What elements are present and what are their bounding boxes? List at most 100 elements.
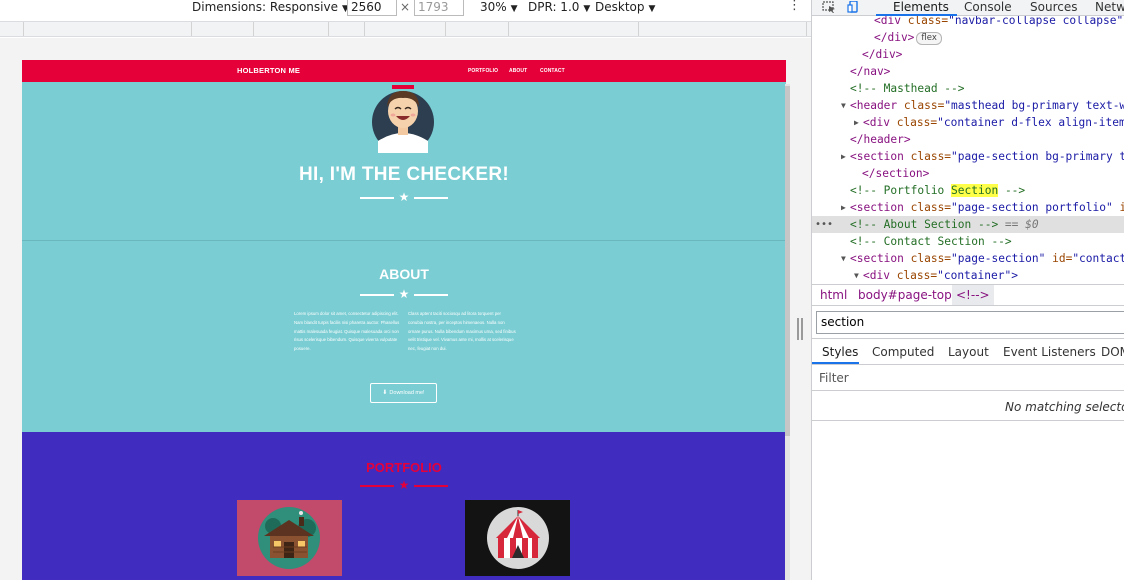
dom-tag: <div bbox=[863, 116, 897, 129]
dom-comment: <!-- Masthead --> bbox=[850, 82, 965, 95]
dom-node[interactable]: ▼ <section class="page-section" id="cont… bbox=[812, 250, 1124, 267]
no-match-message: No matching selector o bbox=[1005, 400, 1124, 414]
breadcrumb-body[interactable]: body#page-top bbox=[858, 288, 952, 302]
hero-divider: ★ bbox=[22, 190, 786, 204]
dom-node[interactable]: ▼ <header class="masthead bg-primary tex… bbox=[812, 97, 1124, 114]
dom-tree[interactable]: <div class="navbar-collapse collapse" </… bbox=[812, 16, 1124, 284]
dom-node[interactable]: ▶ <div class="container d-flex align-ite… bbox=[812, 114, 1124, 131]
dom-node[interactable]: </nav> bbox=[812, 63, 1124, 80]
styles-filter-input[interactable]: Filter bbox=[812, 366, 1124, 391]
nav-link-portfolio[interactable]: PORTFOLIO bbox=[468, 68, 498, 74]
portfolio-item-circus[interactable] bbox=[465, 500, 570, 576]
download-label: Download me! bbox=[389, 390, 425, 396]
dom-node[interactable]: <!-- Masthead --> bbox=[812, 80, 1124, 97]
checker-avatar-icon bbox=[372, 85, 434, 153]
dimensions-label: Dimensions: Responsive bbox=[192, 0, 338, 14]
ruler-segment[interactable] bbox=[509, 22, 639, 36]
expanded-triangle-icon[interactable]: ▼ bbox=[854, 267, 859, 284]
tab-elements[interactable]: Elements bbox=[893, 0, 949, 14]
active-tab-indicator bbox=[812, 362, 859, 364]
nav-link-about[interactable]: ABOUT bbox=[509, 68, 527, 74]
dpr-dropdown[interactable]: DPR: 1.0 ▼ bbox=[528, 0, 590, 16]
dom-node[interactable]: ▼ <div class="container"> bbox=[812, 267, 1124, 284]
dom-attr-value: "masthead bg-primary text-wh bbox=[944, 99, 1124, 112]
ruler-segment[interactable] bbox=[329, 22, 365, 36]
dom-comment: --> bbox=[998, 184, 1026, 197]
dom-attr: class= bbox=[910, 150, 952, 163]
ruler-segment[interactable] bbox=[365, 22, 446, 36]
height-input[interactable]: 1793 bbox=[414, 0, 464, 16]
tab-console[interactable]: Console bbox=[964, 0, 1012, 14]
nav-link-contact[interactable]: CONTACT bbox=[540, 68, 565, 74]
dpr-label: DPR: 1.0 bbox=[528, 0, 580, 14]
ruler-segment[interactable] bbox=[639, 22, 807, 36]
inspect-element-icon[interactable] bbox=[822, 1, 836, 13]
width-input[interactable]: 2560 bbox=[347, 0, 397, 16]
dom-node-selected[interactable]: ••• <!-- About Section --> == $0 bbox=[812, 216, 1124, 233]
dom-node[interactable]: </header> bbox=[812, 131, 1124, 148]
resize-handle[interactable] bbox=[797, 318, 803, 340]
dom-node[interactable]: <!-- Portfolio Section --> bbox=[812, 182, 1124, 199]
navbar-brand[interactable]: HOLBERTON ME bbox=[237, 66, 300, 75]
dom-tag: <header bbox=[850, 99, 904, 112]
dom-comment: <!-- Portfolio bbox=[850, 184, 952, 197]
collapsed-triangle-icon[interactable]: ▶ bbox=[841, 199, 846, 216]
dimensions-dropdown[interactable]: Dimensions: Responsive ▼ bbox=[192, 0, 349, 16]
star-icon: ★ bbox=[398, 190, 410, 204]
breadcrumb: html body#page-top <!--> bbox=[812, 284, 1124, 306]
tab-event-listeners[interactable]: Event Listeners bbox=[1003, 345, 1096, 359]
dom-node[interactable]: <!-- Contact Section --> bbox=[812, 233, 1124, 250]
tab-styles[interactable]: Styles bbox=[822, 345, 858, 359]
device-type-dropdown[interactable]: Desktop ▼ bbox=[595, 0, 655, 16]
cabin-icon bbox=[258, 507, 320, 569]
ruler-segment[interactable] bbox=[446, 22, 509, 36]
dom-search-input[interactable]: section bbox=[816, 311, 1124, 334]
expanded-triangle-icon[interactable]: ▼ bbox=[841, 250, 846, 267]
dom-node[interactable]: ▶ <section class="page-section portfolio… bbox=[812, 199, 1124, 216]
about-divider: ★ bbox=[22, 288, 786, 301]
dom-tag: </header> bbox=[850, 133, 911, 146]
dom-node[interactable]: </div> bbox=[812, 46, 1124, 63]
download-icon: ⬇ bbox=[382, 390, 388, 396]
dom-node[interactable]: ▶ <section class="page-section bg-primar… bbox=[812, 148, 1124, 165]
dom-tag: </div> bbox=[874, 31, 915, 44]
expanded-triangle-icon[interactable]: ▼ bbox=[841, 97, 846, 114]
dom-attr-value: "navbar-collapse collapse" bbox=[948, 16, 1124, 27]
caret-down-icon: ▼ bbox=[510, 4, 518, 14]
ruler-segment[interactable] bbox=[254, 22, 329, 36]
collapsed-triangle-icon[interactable]: ▶ bbox=[841, 148, 846, 165]
flex-badge[interactable]: flex bbox=[916, 32, 942, 45]
dom-attr-value: "page-section" bbox=[951, 252, 1053, 265]
dom-node[interactable]: </div> flex bbox=[812, 29, 1124, 46]
ruler-segment[interactable] bbox=[192, 22, 254, 36]
tab-computed[interactable]: Computed bbox=[872, 345, 934, 359]
about-title: ABOUT bbox=[379, 266, 429, 282]
collapsed-triangle-icon[interactable]: ▶ bbox=[854, 114, 859, 131]
tab-sources[interactable]: Sources bbox=[1030, 0, 1077, 14]
ruler-segment[interactable] bbox=[0, 22, 24, 36]
dom-tag: </nav> bbox=[850, 65, 891, 78]
page-scrollbar[interactable] bbox=[785, 84, 790, 580]
tab-network[interactable]: Netwo bbox=[1095, 0, 1124, 14]
breadcrumb-current[interactable]: <!--> bbox=[952, 285, 994, 305]
dom-tag: <section bbox=[850, 150, 911, 163]
dom-attr-value: "container"> bbox=[937, 269, 1018, 282]
device-toolbar-icon[interactable] bbox=[847, 1, 861, 13]
dom-node[interactable]: <div class="navbar-collapse collapse" bbox=[812, 16, 1124, 29]
devtools-panel: Elements Console Sources Netwo <div clas… bbox=[811, 0, 1124, 580]
download-button[interactable]: ⬇ Download me! bbox=[370, 383, 437, 403]
portfolio-section: PORTFOLIO ★ bbox=[22, 432, 786, 580]
dom-node[interactable]: </section> bbox=[812, 165, 1124, 182]
tab-layout[interactable]: Layout bbox=[948, 345, 989, 359]
more-options-icon[interactable]: ⋮ bbox=[788, 0, 801, 12]
ruler-segment[interactable] bbox=[24, 22, 192, 36]
breadcrumb-html[interactable]: html bbox=[820, 288, 847, 302]
media-query-ruler[interactable] bbox=[0, 21, 811, 37]
tab-dom-breakpoints[interactable]: DOM bbox=[1101, 345, 1124, 359]
divider-line bbox=[360, 485, 394, 487]
portfolio-item-cabin[interactable] bbox=[237, 500, 342, 576]
page-scrollbar-thumb[interactable] bbox=[785, 86, 790, 436]
zoom-dropdown[interactable]: 30% ▼ bbox=[480, 0, 518, 16]
more-actions-icon[interactable]: ••• bbox=[815, 216, 833, 233]
divider-line bbox=[414, 197, 448, 199]
